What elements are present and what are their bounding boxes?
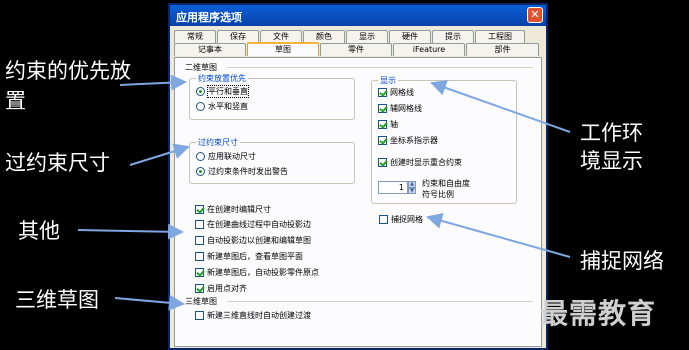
checkbox[interactable]	[195, 311, 204, 320]
checkbox-label: 网格线	[390, 88, 414, 97]
checkbox-auto-project-origin[interactable]: 新建草图后，自动投影零件原点	[195, 267, 319, 278]
sketch2d-heading: 二维草图	[185, 63, 217, 72]
tab-hardware[interactable]: 硬件	[389, 30, 431, 43]
annotation-snap-grid: 捕捉网络	[580, 249, 664, 273]
dialog-title: 应用程序选项	[176, 11, 242, 24]
constraint-priority-group: 约束放置优先 平行和垂直 水平和竖直	[189, 73, 355, 120]
checkbox-label: 新建草图后，查看草图平面	[207, 252, 303, 261]
checkbox[interactable]	[378, 136, 387, 145]
checkbox-label: 创建时显示重合约束	[390, 158, 462, 167]
dialog-title-bar[interactable]: 应用程序选项 ✕	[170, 5, 546, 26]
checkbox-auto-project-edges-sketch[interactable]: 自动投影边以创建和编辑草图	[195, 235, 311, 246]
spinner-label-line1: 约束和自由度	[422, 179, 470, 188]
spinner-label-line2: 符号比例	[422, 190, 454, 199]
checkbox[interactable]	[195, 220, 204, 229]
sketch3d-separator	[227, 301, 533, 302]
symbol-scale-spinner[interactable]: 1 ▲ ▼	[378, 181, 416, 194]
checkbox[interactable]	[378, 120, 387, 129]
checkbox[interactable]	[195, 205, 204, 214]
checkbox-minor-grid-lines[interactable]: 辅网格线	[378, 103, 422, 114]
radio-button[interactable]	[196, 152, 205, 161]
display-group: 显示 网格线 辅网格线 轴 坐标系指示器 创建时显示重合约束 1 ▲ ▼ 约束和…	[371, 75, 517, 204]
checkbox[interactable]	[195, 236, 204, 245]
checkbox-grid-lines[interactable]: 网格线	[378, 87, 414, 98]
checkbox[interactable]	[195, 284, 204, 293]
checkbox[interactable]	[378, 88, 387, 97]
annotation-environment-line2: 境显示	[580, 149, 643, 173]
close-button[interactable]: ✕	[527, 7, 543, 23]
checkbox-coordinate-indicator[interactable]: 坐标系指示器	[378, 135, 438, 146]
over-constraint-group: 过约束尺寸 应用联动尺寸 过约束条件时发出警告	[189, 137, 355, 184]
tab-prompts[interactable]: 提示	[432, 30, 474, 43]
checkbox-label: 辅网格线	[390, 104, 422, 113]
sketch3d-heading: 三维草图	[185, 297, 217, 306]
annotation-over-constraint: 过约束尺寸	[5, 151, 110, 175]
checkbox-label: 在创建曲线过程中自动投影边	[207, 220, 311, 229]
checkbox-point-alignment[interactable]: 启用点对齐	[195, 283, 247, 294]
tab-display[interactable]: 显示	[346, 30, 388, 43]
checkbox-edit-dimension-on-create[interactable]: 在创建时编辑尺寸	[195, 204, 271, 215]
checkbox-auto-project-edges-curve[interactable]: 在创建曲线过程中自动投影边	[195, 219, 311, 230]
tab-notebook[interactable]: 记事本	[174, 43, 246, 56]
checkbox-show-coincident[interactable]: 创建时显示重合约束	[378, 157, 462, 168]
tab-row-front: 记事本 草图 零件 iFeature 部件	[174, 42, 539, 56]
checkbox-label: 轴	[390, 120, 398, 129]
spinner-value[interactable]: 1	[378, 181, 408, 194]
tab-part[interactable]: 零件	[320, 43, 392, 56]
spinner-down-icon[interactable]: ▼	[408, 187, 416, 194]
checkbox[interactable]	[379, 215, 388, 224]
radio-button[interactable]	[196, 102, 205, 111]
checkbox-label: 启用点对齐	[207, 284, 247, 293]
checkbox-label: 坐标系指示器	[390, 136, 438, 145]
tab-assembly[interactable]: 部件	[466, 43, 539, 56]
heading-separator	[227, 67, 533, 68]
radio-driven-dimension[interactable]: 应用联动尺寸	[196, 151, 256, 162]
tab-general[interactable]: 常规	[174, 30, 216, 43]
radio-button[interactable]	[196, 167, 205, 176]
annotation-other: 其他	[18, 219, 60, 243]
application-options-dialog: 应用程序选项 ✕ 常规 保存 文件 颜色 显示 硬件 提示 工程图 记事本 草图…	[168, 3, 548, 350]
checkbox-axes[interactable]: 轴	[378, 119, 398, 130]
annotation-constraint-priority-line2: 置	[5, 89, 26, 113]
tab-row-back: 常规 保存 文件 颜色 显示 硬件 提示 工程图	[174, 30, 525, 43]
constraint-priority-title: 约束放置优先	[196, 73, 248, 84]
annotation-sketch3d: 三维草图	[15, 288, 99, 312]
annotation-constraint-priority-line1: 约束的优先放	[5, 59, 131, 83]
radio-label: 平行和垂直	[207, 85, 249, 98]
watermark-logo: 最需教育	[540, 297, 657, 330]
checkbox-snap-grid[interactable]: 捕捉网格	[379, 214, 423, 225]
arrow-other	[77, 223, 184, 240]
tab-ifeature[interactable]: iFeature	[393, 43, 465, 56]
checkbox-label: 自动投影边以创建和编辑草图	[207, 236, 311, 245]
tab-sketch[interactable]: 草图	[247, 42, 319, 56]
spinner-buttons: ▲ ▼	[408, 181, 416, 194]
sketch-tab-panel: 二维草图 约束放置优先 平行和垂直 水平和竖直 过约束尺寸 应用联动尺寸 过约束…	[174, 57, 542, 347]
annotation-environment-line1: 工作环	[580, 121, 643, 145]
checkbox-label: 捕捉网格	[391, 215, 423, 224]
checkbox[interactable]	[195, 268, 204, 277]
radio-horizontal-vertical[interactable]: 水平和竖直	[196, 101, 248, 112]
checkbox-label: 新建三维直线时自动创建过渡	[207, 311, 311, 320]
checkbox-auto-bend-3d-line[interactable]: 新建三维直线时自动创建过渡	[195, 310, 311, 321]
checkbox[interactable]	[195, 252, 204, 261]
radio-label: 应用联动尺寸	[208, 152, 256, 161]
checkbox[interactable]	[378, 104, 387, 113]
checkbox-label: 新建草图后，自动投影零件原点	[207, 268, 319, 277]
radio-label: 过约束条件时发出警告	[208, 167, 288, 176]
radio-parallel-perpendicular[interactable]: 平行和垂直	[196, 85, 249, 98]
checkbox-label: 在创建时编辑尺寸	[207, 205, 271, 214]
radio-warn-over-constraint[interactable]: 过约束条件时发出警告	[196, 166, 288, 177]
checkbox[interactable]	[378, 158, 387, 167]
radio-label: 水平和竖直	[208, 102, 248, 111]
over-constraint-title: 过约束尺寸	[196, 137, 240, 148]
radio-button[interactable]	[196, 87, 205, 96]
tab-drawing[interactable]: 工程图	[475, 30, 525, 43]
display-group-title: 显示	[378, 75, 398, 86]
checkbox-look-at-sketch-plane[interactable]: 新建草图后，查看草图平面	[195, 251, 303, 262]
